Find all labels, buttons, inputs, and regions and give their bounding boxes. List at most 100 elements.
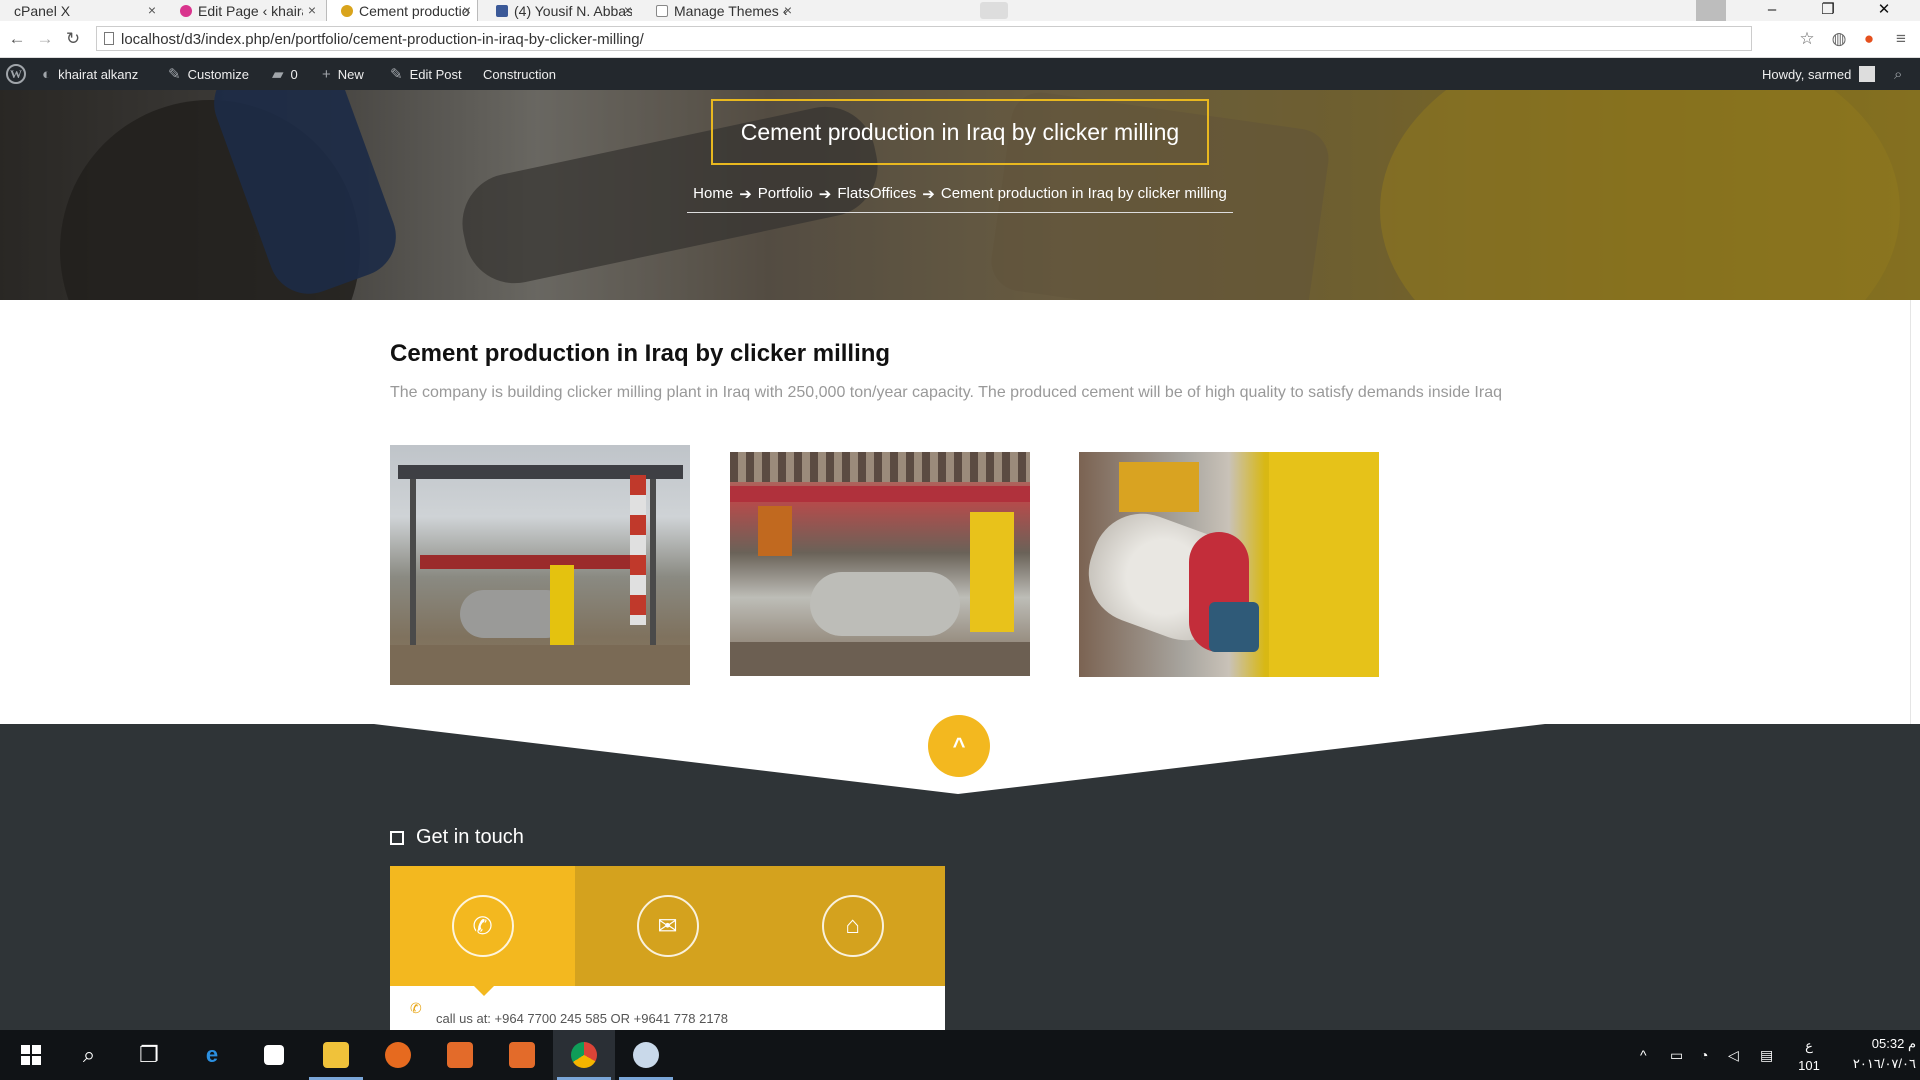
post-description: The company is building clicker milling … (390, 384, 1502, 401)
windows-start-icon[interactable] (0, 1030, 62, 1080)
restore-icon[interactable]: ❐ (1800, 0, 1856, 21)
arrow-right-icon: ➔ (818, 185, 832, 203)
back-to-top-button[interactable]: ^ (928, 715, 990, 777)
lang-code: 101 (1798, 1058, 1820, 1073)
app-orange-icon[interactable] (429, 1030, 491, 1080)
breadcrumb-flatsoffices[interactable]: FlatsOffices (837, 185, 916, 202)
edit-post-label: Edit Post (409, 66, 462, 82)
close-tab-icon[interactable]: × (148, 2, 156, 18)
comments-link[interactable]: ▰ 0 (272, 58, 298, 90)
construction-link[interactable]: Construction (483, 58, 556, 90)
clock-time: 05:32 م (1871, 1036, 1916, 1051)
gallery-image-2[interactable] (730, 452, 1030, 676)
gallery-image-1[interactable] (390, 445, 690, 685)
bookmark-star-icon[interactable]: ☆ (1796, 28, 1818, 50)
comment-icon: ▰ (272, 66, 284, 83)
task-view-icon[interactable]: ❐ (118, 1030, 180, 1080)
store-icon[interactable] (243, 1030, 305, 1080)
notifications-icon[interactable]: ▤ (1760, 1030, 1773, 1080)
account-menu[interactable]: Howdy, sarmed (1762, 58, 1876, 90)
system-clock[interactable]: 05:32 م ٢٠١٦/٠٧/٠٦ (1826, 1034, 1916, 1074)
breadcrumb-portfolio[interactable]: Portfolio (758, 185, 813, 202)
extension-icon[interactable]: ◍ (1828, 28, 1850, 50)
reload-icon[interactable]: ↻ (62, 28, 84, 50)
close-window-icon[interactable]: ✕ (1856, 0, 1912, 21)
tab-cpanel[interactable]: cPanel X × (0, 0, 162, 21)
home-icon: ⌂ (821, 895, 884, 957)
tab-edit-page[interactable]: Edit Page ‹ khairat al × (166, 0, 322, 21)
active-tab-pointer (474, 986, 494, 996)
close-tab-icon[interactable]: × (624, 2, 632, 18)
howdy-label: Howdy, sarmed (1762, 66, 1852, 82)
new-link[interactable]: + New (322, 58, 364, 90)
search-icon[interactable]: ⌕ (58, 1030, 120, 1080)
tab-facebook[interactable]: (4) Yousif N. Abbas × (482, 0, 638, 21)
wp-admin-bar: W ◐ khairat alkanz ✎ Customize ▰ 0 + New… (0, 58, 1920, 90)
browser-toolbar: ← → ↻ localhost/d3/index.php/en/portfoli… (0, 21, 1920, 58)
minimize-icon[interactable]: – (1744, 0, 1800, 21)
arrow-right-icon: ➔ (922, 185, 935, 203)
profile-icon[interactable] (1696, 0, 1726, 21)
edge-browser-icon[interactable]: e (181, 1030, 243, 1080)
url-text[interactable]: localhost/d3/index.php/en/portfolio/ceme… (121, 31, 644, 48)
search-icon[interactable]: ⌕ (1894, 58, 1902, 90)
show-hidden-icons[interactable]: ^ (1640, 1030, 1647, 1080)
comments-count: 0 (290, 66, 298, 82)
post-title: Cement production in Iraq by clicker mil… (390, 340, 891, 367)
heading-text: Get in touch (416, 826, 524, 848)
tab-cement-production[interactable]: Cement production × (326, 0, 478, 21)
post-content: Cement production in Iraq by clicker mil… (0, 300, 1920, 724)
close-tab-icon[interactable]: × (463, 2, 471, 18)
gallery-image-3[interactable] (1079, 452, 1379, 677)
address-bar[interactable]: localhost/d3/index.php/en/portfolio/ceme… (96, 26, 1752, 51)
plus-icon: + (322, 65, 331, 83)
breadcrumb-current: Cement production in Iraq by clicker mil… (940, 185, 1227, 202)
battery-icon[interactable]: ▭ (1670, 1030, 1683, 1080)
dashboard-icon: ◐ (42, 65, 52, 83)
menu-icon[interactable]: ≡ (1890, 28, 1912, 50)
tab-label: Edit Page ‹ khairat al (198, 2, 303, 19)
envelope-icon: ✉ (636, 895, 699, 957)
lang-text: ع (1805, 1038, 1813, 1053)
tab-label: (4) Yousif N. Abbas (514, 2, 632, 19)
windows-taskbar: ⌕ ❐ e ^ ▭ ◔ ◁ ▤ ع 101 05:32 م ٢٠١٦/٠٧/٠٦ (0, 1030, 1920, 1080)
breadcrumb-home[interactable]: Home (693, 185, 733, 202)
close-tab-icon[interactable]: × (308, 2, 316, 18)
tab-label: cPanel X (14, 2, 71, 19)
site-name-link[interactable]: ◐ khairat alkanz (42, 58, 138, 90)
paint-icon[interactable] (615, 1030, 677, 1080)
back-icon[interactable]: ← (6, 28, 28, 50)
input-language[interactable]: ع 101 (1794, 1036, 1824, 1076)
wifi-icon[interactable]: ◔ (1700, 1030, 1708, 1080)
tab-label: Cement production (359, 2, 469, 19)
new-label: New (337, 66, 364, 82)
contact-tab-address[interactable]: ⌂ (760, 866, 945, 986)
file-explorer-icon[interactable] (305, 1030, 367, 1080)
brush-icon: ✎ (168, 66, 181, 83)
forward-icon[interactable]: → (34, 28, 56, 50)
tab-manage-themes[interactable]: Manage Themes ‹ kh × (642, 0, 798, 21)
call-us-text: call us at: +964 7700 245 585 OR +9641 7… (436, 1011, 729, 1026)
breadcrumb: Home ➔ Portfolio ➔ FlatsOffices ➔ Cement… (687, 183, 1233, 213)
wordpress-logo-icon[interactable]: W (6, 58, 26, 90)
edit-post-link[interactable]: ✎ Edit Post (390, 58, 462, 90)
browser-tab-strip: cPanel X × Edit Page ‹ khairat al × Ceme… (0, 0, 1920, 21)
page-info-icon[interactable] (104, 32, 114, 45)
avatar (1859, 66, 1876, 82)
contact-panel: ✆ ✉ ⌂ (390, 866, 945, 986)
clock-date: ٢٠١٦/٠٧/٠٦ (1852, 1056, 1916, 1071)
close-tab-icon[interactable]: × (784, 2, 792, 18)
new-tab-button[interactable] (980, 2, 1008, 19)
contact-detail: ✆ call us at: +964 7700 245 585 OR +9641… (390, 986, 945, 1030)
extension-fire-icon[interactable]: ● (1858, 28, 1880, 50)
pencil-icon: ✎ (390, 66, 403, 83)
get-in-touch-heading: Get in touch (390, 826, 524, 849)
app-orange-2-icon[interactable] (491, 1030, 553, 1080)
chrome-icon[interactable] (553, 1030, 615, 1080)
contact-tab-email[interactable]: ✉ (575, 866, 760, 986)
volume-icon[interactable]: ◁ (1728, 1030, 1739, 1080)
contact-tab-phone[interactable]: ✆ (390, 866, 575, 986)
square-icon (390, 830, 404, 845)
customize-link[interactable]: ✎ Customize (168, 58, 249, 90)
firefox-icon[interactable] (367, 1030, 429, 1080)
